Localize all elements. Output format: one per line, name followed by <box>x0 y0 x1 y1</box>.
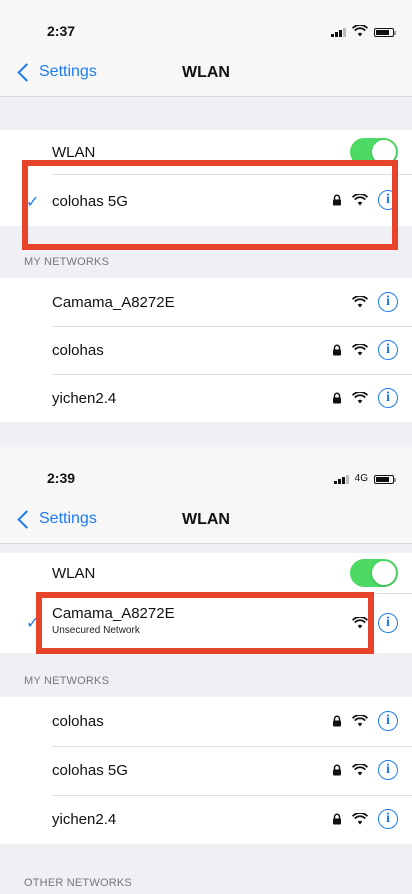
wifi-icon <box>352 813 368 825</box>
network-row[interactable]: colohas i <box>0 697 412 745</box>
wifi-icon <box>352 715 368 727</box>
battery-icon <box>374 475 396 484</box>
wifi-icon <box>352 617 368 629</box>
my-networks-header: MY NETWORKS <box>24 256 110 268</box>
network-name: colohas <box>52 713 104 730</box>
network-type: 4G <box>354 473 368 484</box>
wlan-toggle[interactable] <box>350 559 398 587</box>
screenshot-1: 2:37 Settings WLAN WLAN ✓ colohas 5G i M… <box>0 0 412 447</box>
other-networks-header: OTHER NETWORKS <box>24 877 132 889</box>
my-networks-header: MY NETWORKS <box>24 675 110 687</box>
info-icon[interactable]: i <box>378 809 398 829</box>
wifi-icon <box>352 344 368 356</box>
network-icons: i <box>332 809 398 829</box>
status-time: 2:39 <box>47 470 76 486</box>
lock-icon <box>333 392 341 404</box>
network-icons: i <box>332 711 398 731</box>
network-name: colohas 5G <box>52 762 128 779</box>
network-icons: i <box>352 613 398 633</box>
my-networks-list: colohas i colohas 5G i yichen2.4 i <box>0 697 412 844</box>
lock-icon <box>333 194 341 206</box>
wifi-icon <box>352 296 368 308</box>
network-icons: i <box>352 292 398 312</box>
status-time: 2:37 <box>47 23 76 39</box>
wifi-icon <box>352 194 368 206</box>
network-icons: i <box>332 760 398 780</box>
info-icon[interactable]: i <box>378 388 398 408</box>
network-row[interactable]: Camama_A8272E i <box>0 278 412 326</box>
wifi-icon <box>352 392 368 404</box>
network-row[interactable]: yichen2.4 i <box>0 374 412 422</box>
wlan-label: WLAN <box>52 144 96 161</box>
checkmark-icon: ✓ <box>26 194 40 211</box>
network-icons: i <box>332 388 398 408</box>
network-row[interactable]: colohas i <box>0 326 412 374</box>
info-icon[interactable]: i <box>378 190 398 210</box>
network-row[interactable]: colohas 5G i <box>0 746 412 794</box>
network-row[interactable]: yichen2.4 i <box>0 795 412 843</box>
network-icons: i <box>332 340 398 360</box>
cellular-signal-icon <box>331 27 346 37</box>
checkmark-icon: ✓ <box>26 615 40 632</box>
status-icons: 4G <box>333 472 396 484</box>
connected-network-row[interactable]: ✓ Camama_A8272E Unsecured Network i <box>0 593 412 653</box>
network-name: yichen2.4 <box>52 811 117 828</box>
network-name: Camama_A8272E <box>52 294 175 311</box>
battery-icon <box>374 28 396 37</box>
info-icon[interactable]: i <box>378 613 398 633</box>
info-icon[interactable]: i <box>378 340 398 360</box>
connected-network-name: colohas 5G <box>52 193 128 210</box>
info-icon[interactable]: i <box>378 760 398 780</box>
connected-network-row[interactable]: ✓ colohas 5G i <box>0 178 412 226</box>
my-networks-list: Camama_A8272E i colohas i yichen2.4 i <box>0 278 412 422</box>
network-icons: i <box>332 190 398 210</box>
wlan-group: WLAN ✓ Camama_A8272E Unsecured Network i <box>0 553 412 653</box>
network-name: yichen2.4 <box>52 390 117 407</box>
wlan-label: WLAN <box>52 565 96 582</box>
nav-bar: Settings WLAN <box>0 50 412 97</box>
lock-icon <box>333 344 341 356</box>
connected-network-status: Unsecured Network <box>52 625 140 636</box>
lock-icon <box>333 764 341 776</box>
status-bar: 2:37 <box>0 0 412 50</box>
lock-icon <box>333 813 341 825</box>
status-bar: 2:39 4G <box>0 447 412 497</box>
wifi-icon <box>352 764 368 776</box>
connected-network-name: Camama_A8272E <box>52 605 175 622</box>
divider <box>52 174 412 175</box>
nav-bar: Settings WLAN <box>0 497 412 544</box>
wlan-group: WLAN ✓ colohas 5G i <box>0 130 412 226</box>
network-name: colohas <box>52 342 104 359</box>
page-title: WLAN <box>182 511 230 528</box>
cellular-signal-icon <box>333 474 349 484</box>
wlan-toggle[interactable] <box>350 138 398 166</box>
wlan-toggle-row: WLAN <box>0 130 412 178</box>
status-icons <box>331 25 396 37</box>
wifi-icon <box>352 25 368 37</box>
page-title: WLAN <box>182 64 230 81</box>
info-icon[interactable]: i <box>378 292 398 312</box>
lock-icon <box>333 715 341 727</box>
screenshot-2: 2:39 4G Settings WLAN WLAN ✓ Camama_A827… <box>0 447 412 894</box>
info-icon[interactable]: i <box>378 711 398 731</box>
